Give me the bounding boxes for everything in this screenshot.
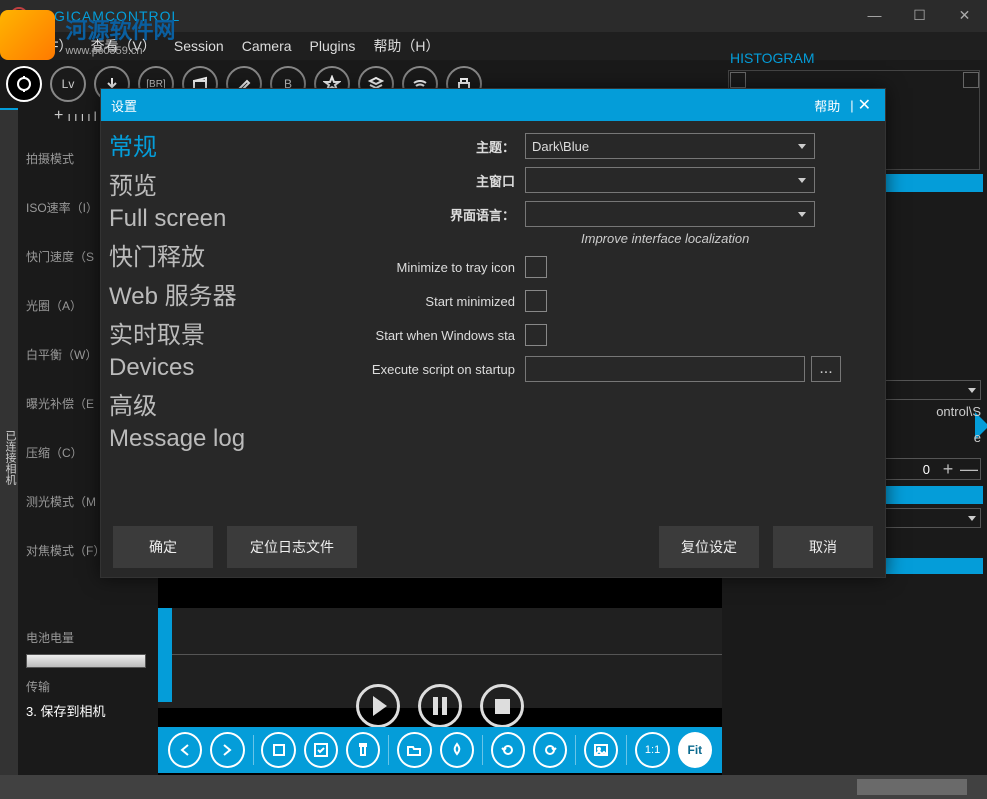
save-to-camera-item[interactable]: 3. 保存到相机 — [26, 701, 150, 720]
battery-label: 电池电量 — [26, 629, 150, 646]
startmin-checkbox[interactable] — [525, 290, 547, 312]
script-path-input[interactable] — [525, 356, 805, 382]
startwin-checkbox[interactable] — [525, 324, 547, 346]
startmin-label: Start minimized — [281, 294, 525, 309]
settings-form: 主题： Dark\Blue 主窗口 界面语言： Improve interfac… — [281, 121, 885, 517]
path-fragment: ontrol\S — [936, 404, 981, 419]
tray-checkbox[interactable] — [525, 256, 547, 278]
histogram-toggle-right[interactable] — [963, 72, 979, 88]
liveview-button[interactable]: Lv — [50, 66, 86, 102]
settings-dialog: 设置 帮助 | ✕ 常规 预览 Full screen 快门释放 Web 服务器… — [100, 88, 886, 578]
dialog-help-link[interactable]: 帮助 — [814, 96, 840, 115]
image-toolbar: 1:1 Fit — [158, 727, 722, 773]
rotate-cw-button[interactable] — [533, 732, 567, 768]
pause-button[interactable] — [418, 684, 462, 728]
reset-button[interactable]: 复位设定 — [659, 526, 759, 568]
delete-button[interactable] — [346, 732, 380, 768]
histogram-title: HISTOGRAM — [722, 50, 823, 66]
burn-button[interactable] — [440, 732, 474, 768]
ok-button[interactable]: 确定 — [113, 526, 213, 568]
image-icon[interactable] — [584, 732, 618, 768]
prev-image-button[interactable] — [168, 732, 202, 768]
minus-icon[interactable]: — — [960, 459, 976, 480]
transfer-label: 传输 — [26, 678, 150, 695]
dialog-titlebar: 设置 帮助 | ✕ — [101, 89, 885, 121]
nav-fullscreen[interactable]: Full screen — [101, 203, 281, 235]
app-title: DIGICAMCONTROL — [38, 8, 180, 24]
battery-bar — [26, 654, 146, 668]
chevron-down-icon — [798, 212, 806, 217]
capture-button[interactable] — [6, 66, 42, 102]
nav-liveview[interactable]: 实时取景 — [101, 313, 281, 352]
select-button[interactable] — [304, 732, 338, 768]
nav-advanced[interactable]: 高级 — [101, 384, 281, 423]
nav-preview[interactable]: 预览 — [101, 164, 281, 203]
open-folder-button[interactable] — [397, 732, 431, 768]
connected-camera-tab[interactable]: 已连接相机 — [0, 108, 18, 799]
plus-icon[interactable]: + — [940, 459, 956, 480]
settings-nav: 常规 预览 Full screen 快门释放 Web 服务器 实时取景 Devi… — [101, 121, 281, 517]
dialog-title: 设置 — [111, 96, 137, 115]
minimize-button[interactable]: — — [852, 0, 897, 30]
nav-general[interactable]: 常规 — [101, 125, 281, 164]
nav-devices[interactable]: Devices — [101, 352, 281, 384]
e-fragment: e — [974, 430, 981, 445]
close-button[interactable]: ✕ — [942, 0, 987, 30]
menu-file[interactable]: 文件（F） — [8, 36, 73, 56]
menu-session[interactable]: Session — [174, 38, 224, 54]
histogram-toggle-left[interactable] — [730, 72, 746, 88]
app-logo-icon — [10, 7, 28, 25]
tray-label: Minimize to tray icon — [281, 260, 525, 275]
chevron-down-icon — [798, 144, 806, 149]
menu-camera[interactable]: Camera — [242, 38, 292, 54]
title-bar: DIGICAMCONTROL — ☐ ✕ — [0, 0, 987, 32]
zoom-fit-button[interactable]: Fit — [678, 732, 712, 768]
language-select[interactable] — [525, 201, 815, 227]
status-bar — [0, 775, 987, 799]
language-label: 界面语言： — [281, 205, 525, 224]
theme-label: 主题： — [281, 137, 525, 156]
dialog-footer: 确定 定位日志文件 复位设定 取消 — [101, 517, 885, 577]
locate-log-button[interactable]: 定位日志文件 — [227, 526, 357, 568]
chevron-down-icon — [798, 178, 806, 183]
menu-view[interactable]: 查看（V） — [91, 36, 156, 56]
resize-grip[interactable] — [857, 779, 967, 795]
nav-webserver[interactable]: Web 服务器 — [101, 274, 281, 313]
play-button[interactable] — [356, 684, 400, 728]
mainwindow-label: 主窗口 — [281, 171, 525, 190]
script-label: Execute script on startup — [281, 362, 525, 377]
nav-shutter[interactable]: 快门释放 — [101, 235, 281, 274]
cancel-button[interactable]: 取消 — [773, 526, 873, 568]
dialog-close-button[interactable]: ✕ — [854, 95, 875, 115]
rotate-ccw-button[interactable] — [491, 732, 525, 768]
next-image-button[interactable] — [210, 732, 244, 768]
fullscreen-button[interactable] — [261, 732, 295, 768]
menu-plugins[interactable]: Plugins — [310, 38, 356, 54]
theme-select[interactable]: Dark\Blue — [525, 133, 815, 159]
stop-button[interactable] — [480, 684, 524, 728]
menu-help[interactable]: 帮助（H） — [373, 36, 439, 56]
browse-button[interactable]: ... — [811, 356, 841, 382]
maximize-button[interactable]: ☐ — [897, 0, 942, 30]
mainwindow-select[interactable] — [525, 167, 815, 193]
localization-hint: Improve interface localization — [581, 231, 865, 246]
startwin-label: Start when Windows sta — [281, 328, 525, 343]
zoom-1-1-button[interactable]: 1:1 — [635, 732, 669, 768]
menu-bar: 文件（F） 查看（V） Session Camera Plugins 帮助（H） — [0, 32, 987, 60]
nav-messagelog[interactable]: Message log — [101, 423, 281, 455]
